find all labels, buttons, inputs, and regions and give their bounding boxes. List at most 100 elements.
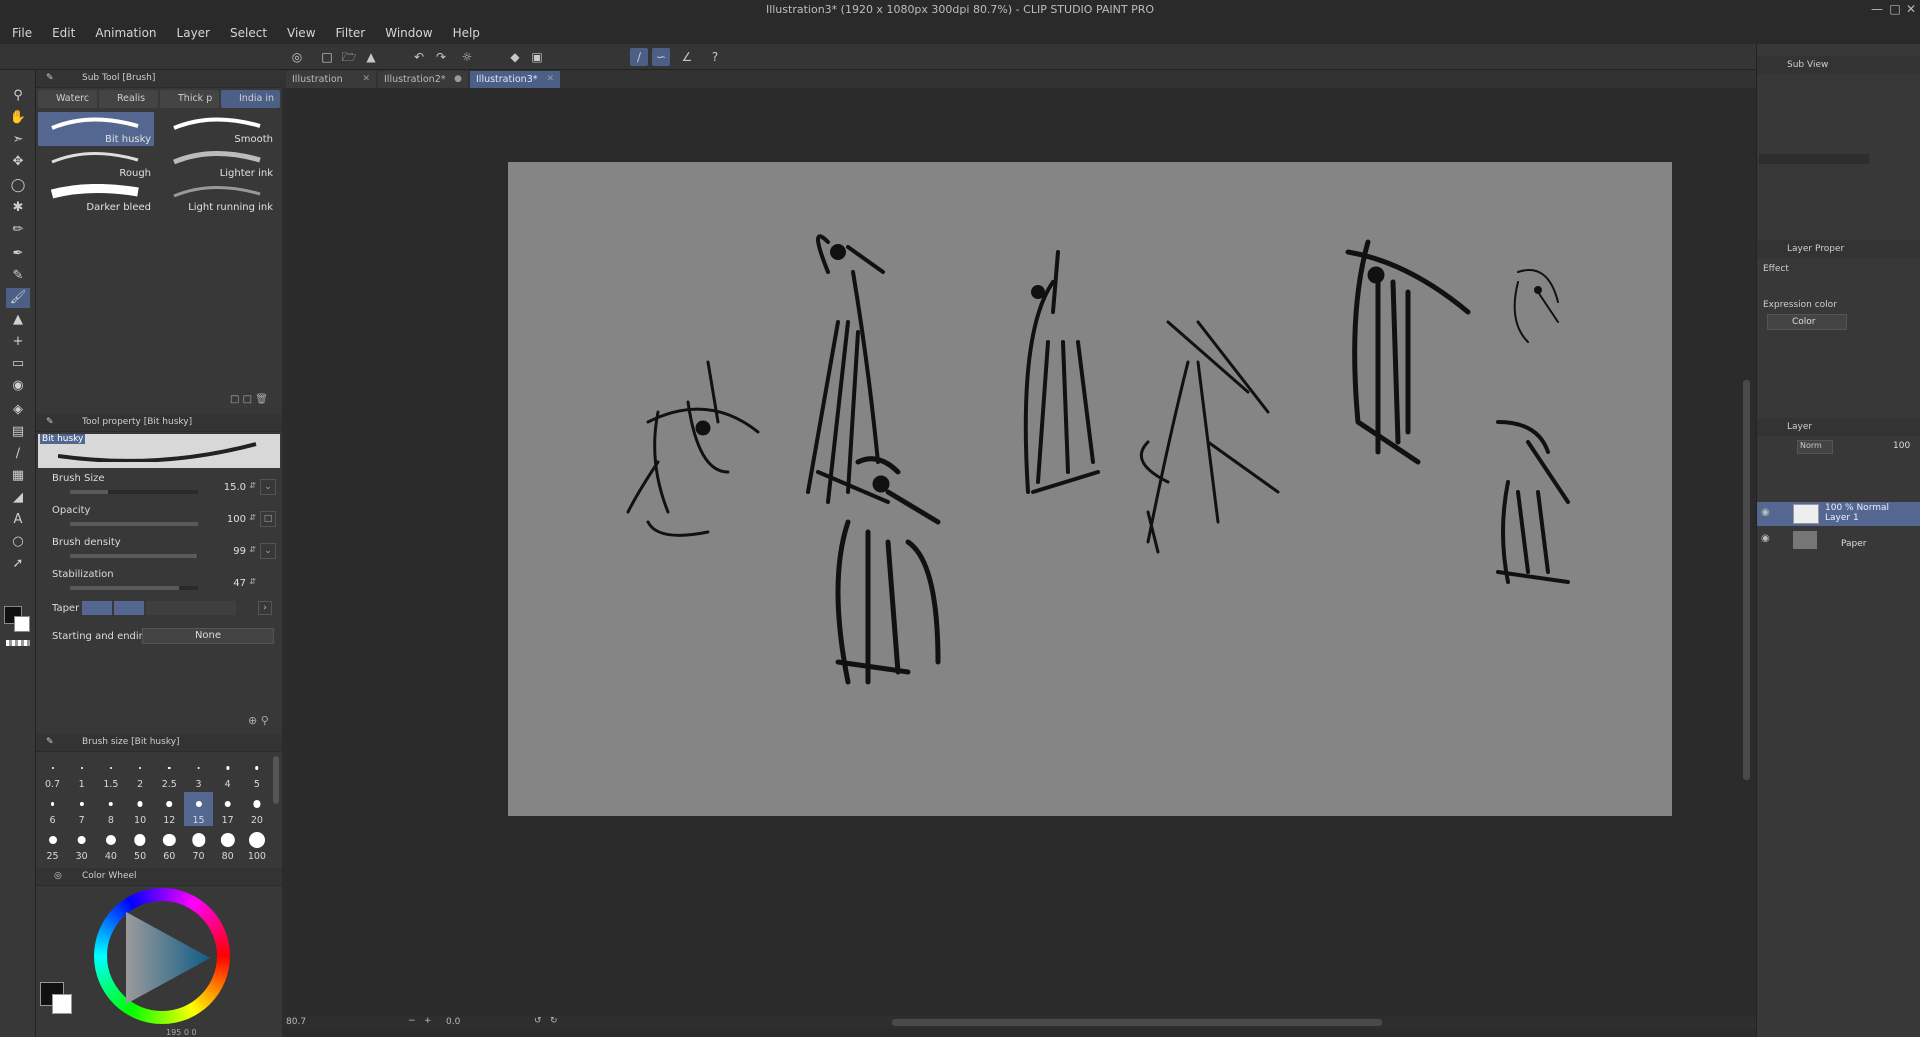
brush-item-rough[interactable]: Rough [38, 146, 154, 180]
spinner-icon[interactable]: ⇵ [249, 481, 256, 490]
opacity-slider[interactable] [70, 522, 198, 526]
opacity-value[interactable]: 100 [227, 514, 246, 525]
eyedropper-icon[interactable]: ✏ [6, 220, 30, 240]
drawing-canvas[interactable] [508, 162, 1672, 816]
spinner-icon[interactable]: ⇵ [249, 545, 256, 554]
save-icon[interactable]: ▲ [362, 48, 380, 66]
close-icon[interactable]: ✕ [1902, 2, 1920, 16]
zoom-value[interactable]: 80.7 [286, 1017, 306, 1027]
brush-size-scrollbar[interactable] [273, 756, 279, 804]
brush-size-option[interactable]: 20 [242, 792, 271, 826]
brush-density-value[interactable]: 99 [233, 546, 246, 557]
starting-ending-row[interactable]: Starting and ending None [36, 626, 282, 648]
menu-layer[interactable]: Layer [177, 26, 210, 40]
frame-border-icon[interactable]: ▦ [6, 466, 30, 486]
menu-view[interactable]: View [287, 26, 315, 40]
sub-color-chip[interactable] [52, 994, 72, 1014]
opacity-row[interactable]: Opacity 100 ⇵ □ [36, 502, 282, 532]
brush-size-option[interactable]: 10 [126, 792, 155, 826]
tab-india-ink[interactable]: India in [221, 90, 280, 108]
open-folder-icon[interactable]: 🗁 [340, 48, 358, 66]
rotate-right-icon[interactable]: ↻ [550, 1016, 558, 1026]
clip-studio-icon[interactable]: ◎ [288, 48, 306, 66]
zoom-in-icon[interactable]: + [424, 1016, 432, 1026]
zoom-tool-icon[interactable]: ⚲ [6, 86, 30, 106]
tab-illustration2[interactable]: Illustration2* ● [378, 71, 468, 88]
brush-size-option[interactable]: 0.7 [38, 756, 67, 790]
tab-realistic[interactable]: Realis [99, 90, 158, 108]
minimize-icon[interactable]: — [1868, 2, 1886, 16]
zoom-out-icon[interactable]: − [408, 1016, 416, 1026]
rotate-left-icon[interactable]: ↺ [534, 1016, 542, 1026]
brush-item-lighter-ink[interactable]: Lighter ink [160, 146, 276, 180]
brush-size-row[interactable]: Brush Size 15.0 ⇵ ⌄ [36, 470, 282, 500]
close-icon[interactable]: ✕ [546, 71, 554, 88]
tab-illustration[interactable]: Illustration ✕ [286, 71, 376, 88]
pressure-icon[interactable]: ⌄ [260, 479, 276, 495]
blend-tool-icon[interactable]: ◉ [6, 376, 30, 396]
brush-size-option[interactable]: 25 [38, 828, 67, 862]
tab-watercolor[interactable]: Waterc [38, 90, 97, 108]
tool-property-settings-icon[interactable]: ⊕ ⚲ [248, 714, 269, 727]
brush-size-option[interactable]: 15 [184, 792, 213, 826]
taper-segment[interactable] [114, 601, 144, 615]
menu-select[interactable]: Select [230, 26, 267, 40]
figure-tool-icon[interactable]: ∕ [6, 444, 30, 464]
brush-size-option[interactable]: 4 [213, 756, 242, 790]
menu-help[interactable]: Help [453, 26, 480, 40]
menu-edit[interactable]: Edit [52, 26, 75, 40]
transform-icon[interactable]: ▣ [528, 48, 546, 66]
taper-segment[interactable] [146, 601, 236, 615]
menu-window[interactable]: Window [385, 26, 432, 40]
eye-icon[interactable]: ◉ [1761, 533, 1770, 544]
fill-icon[interactable]: ◆ [506, 48, 524, 66]
brush-size-slider[interactable] [70, 490, 198, 494]
brush-tool-icon[interactable]: 🖌 [6, 288, 30, 308]
brush-size-option[interactable]: 100 [242, 828, 271, 862]
pencil-tool-icon[interactable]: ✎ [6, 266, 30, 286]
spinner-icon[interactable]: ⇵ [249, 577, 256, 586]
brush-size-option[interactable]: 2 [126, 756, 155, 790]
menu-file[interactable]: File [12, 26, 32, 40]
horizontal-scrollbar[interactable] [892, 1019, 1382, 1026]
close-icon[interactable]: ● [454, 71, 462, 88]
correct-line-icon[interactable]: ➚ [6, 554, 30, 574]
pressure-icon[interactable]: ⌄ [260, 543, 276, 559]
decoration-tool-icon[interactable]: + [6, 332, 30, 352]
stabilization-slider[interactable] [70, 586, 198, 590]
selection-tool-icon[interactable]: ◯ [6, 176, 30, 196]
brush-size-value[interactable]: 15.0 [224, 482, 246, 493]
snap-grid-icon[interactable]: ∠ [678, 48, 696, 66]
redo-icon[interactable]: ↷ [432, 48, 450, 66]
brush-size-option[interactable]: 80 [213, 828, 242, 862]
angle-value[interactable]: 0.0 [446, 1017, 460, 1027]
menu-animation[interactable]: Animation [95, 26, 156, 40]
hand-tool-icon[interactable]: ✋ [6, 108, 30, 128]
new-file-icon[interactable]: □ [318, 48, 336, 66]
spinner-icon[interactable]: ⇵ [249, 513, 256, 522]
eye-icon[interactable]: ◉ [1761, 507, 1770, 518]
expression-color-select[interactable]: Color [1767, 314, 1847, 330]
brush-size-option[interactable]: 12 [155, 792, 184, 826]
fill-tool-icon[interactable]: ◈ [6, 400, 30, 420]
object-tool-icon[interactable]: ➣ [6, 130, 30, 150]
brush-density-row[interactable]: Brush density 99 ⇵ ⌄ [36, 534, 282, 564]
chevron-right-icon[interactable]: › [258, 601, 272, 615]
brush-size-option[interactable]: 8 [96, 792, 125, 826]
stabilization-value[interactable]: 47 [233, 578, 246, 589]
brush-size-option[interactable]: 5 [242, 756, 271, 790]
clear-selection-icon[interactable]: ☼ [458, 48, 476, 66]
brush-item-light-running-ink[interactable]: Light running ink [160, 180, 276, 214]
brush-item-darker-bleed[interactable]: Darker bleed [38, 180, 154, 214]
move-tool-icon[interactable]: ✥ [6, 152, 30, 172]
tab-illustration3[interactable]: Illustration3* ✕ [470, 71, 560, 88]
close-icon[interactable]: ✕ [362, 71, 370, 88]
brush-size-option[interactable]: 1.5 [96, 756, 125, 790]
text-tool-icon[interactable]: A [6, 510, 30, 530]
tab-thick-paint[interactable]: Thick p [160, 90, 219, 108]
brush-item-smooth[interactable]: Smooth [160, 112, 276, 146]
menu-filter[interactable]: Filter [336, 26, 366, 40]
pressure-icon[interactable]: □ [260, 511, 276, 527]
snap-ruler-icon[interactable]: ∕ [630, 48, 648, 66]
stabilization-row[interactable]: Stabilization 47 ⇵ [36, 566, 282, 596]
